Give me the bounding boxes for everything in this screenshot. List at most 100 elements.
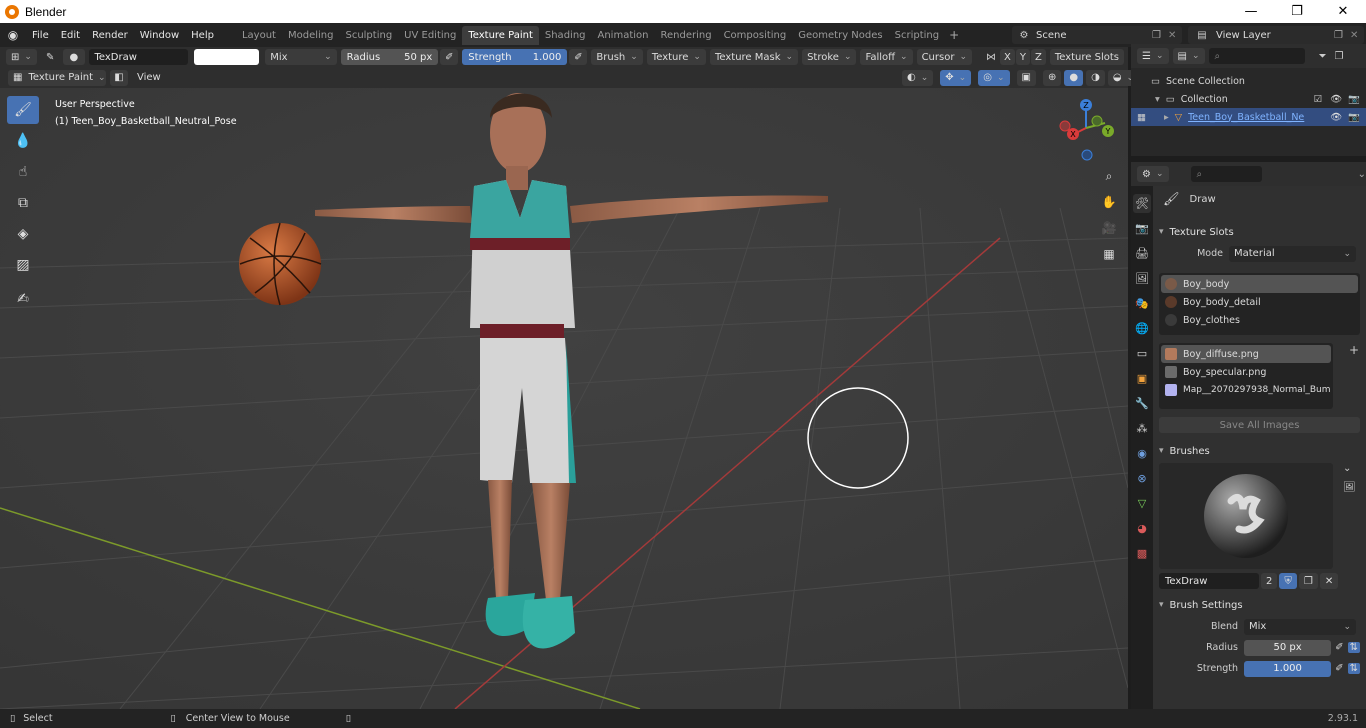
mask-toggle-icon[interactable]: ◧: [110, 69, 128, 86]
mirror-z-toggle[interactable]: Z: [1030, 49, 1046, 65]
material-slot-2[interactable]: Boy_clothes: [1161, 311, 1358, 329]
texture-tab-icon[interactable]: ▩: [1133, 544, 1151, 563]
texture-slots-button[interactable]: Texture Slots: [1049, 49, 1124, 65]
3d-viewport[interactable]: Z Y X 🖌 💧 ☝ ⧉ ◈ ▨ ✍ User Perspective (1)…: [0, 88, 1128, 709]
outliner-editor-icon[interactable]: ☰: [1137, 48, 1169, 64]
mirror-x-toggle[interactable]: X: [999, 49, 1015, 65]
image-slot-2[interactable]: Map__2070297938_Normal_Bump...: [1161, 381, 1331, 399]
properties-search-input[interactable]: ⌕: [1190, 166, 1262, 182]
object-render-icon[interactable]: 📷: [1348, 112, 1360, 123]
collection-expand-icon[interactable]: ▾: [1155, 94, 1160, 105]
collection-checkbox-icon[interactable]: ☑: [1314, 94, 1323, 105]
outliner-collection[interactable]: ▾ ▭ Collection ☑ 👁 📷: [1131, 90, 1366, 108]
texture-menu[interactable]: Texture: [646, 49, 706, 65]
outliner-scene-collection[interactable]: ▭ Scene Collection: [1131, 72, 1366, 90]
brush-preview-thumbnail[interactable]: [1159, 463, 1333, 569]
overlay-toggle-icon[interactable]: ◎: [978, 69, 1010, 86]
scene-name[interactable]: Scene: [1036, 30, 1152, 41]
menu-help[interactable]: Help: [185, 30, 220, 41]
xray-toggle-icon[interactable]: ▣: [1016, 69, 1036, 86]
radius-unit-toggle-icon[interactable]: ⇅: [1347, 642, 1360, 653]
wireframe-shading-icon[interactable]: ⊕: [1042, 69, 1062, 86]
tool-tab-icon[interactable]: 🛠: [1133, 194, 1151, 213]
tab-compositing[interactable]: Compositing: [718, 26, 793, 45]
outliner-filter-icon[interactable]: ⏷: [1319, 51, 1327, 62]
annotate-tool-icon[interactable]: ✍: [7, 285, 39, 313]
new-scene-icon[interactable]: ❐: [1152, 30, 1168, 41]
particles-tab-icon[interactable]: ⁂: [1133, 419, 1151, 438]
strength-unit-toggle-icon[interactable]: ⇅: [1347, 663, 1360, 674]
mirror-y-toggle[interactable]: Y: [1015, 49, 1030, 65]
world-tab-icon[interactable]: 🌐: [1133, 319, 1151, 338]
tab-rendering[interactable]: Rendering: [654, 26, 717, 45]
brush-image-icon[interactable]: 🖼: [1343, 482, 1356, 493]
remove-view-layer-icon[interactable]: ✕: [1350, 30, 1364, 41]
soften-tool-icon[interactable]: 💧: [7, 127, 39, 155]
strength-pressure-toggle-icon[interactable]: ✐: [1335, 663, 1343, 674]
color-swatch[interactable]: [194, 49, 260, 65]
fill-tool-icon[interactable]: ◈: [7, 220, 39, 248]
texture-slots-header[interactable]: Texture Slots: [1153, 222, 1366, 242]
zoom-icon[interactable]: ⌕: [1098, 166, 1120, 186]
object-expand-icon[interactable]: ▸: [1164, 112, 1169, 123]
brushes-header[interactable]: Brushes: [1153, 441, 1366, 461]
view-layer-tab-icon[interactable]: 🖼: [1133, 269, 1151, 288]
menu-render[interactable]: Render: [86, 30, 134, 41]
add-workspace-button[interactable]: +: [949, 28, 959, 42]
modifier-tab-icon[interactable]: 🔧: [1133, 394, 1151, 413]
tab-modeling[interactable]: Modeling: [282, 26, 340, 45]
camera-icon[interactable]: 🎥: [1098, 218, 1120, 238]
brush-settings-header[interactable]: Brush Settings: [1153, 595, 1366, 615]
properties-options-icon[interactable]: ⌄: [1358, 169, 1366, 180]
menu-file[interactable]: File: [26, 30, 55, 41]
tab-texture-paint[interactable]: Texture Paint: [462, 25, 539, 45]
maximize-button[interactable]: ❐: [1274, 0, 1320, 23]
constraints-tab-icon[interactable]: ⊗: [1133, 469, 1151, 488]
mode-dropdown[interactable]: ▦ Texture Paint: [8, 69, 106, 86]
image-slot-0[interactable]: Boy_diffuse.png: [1161, 345, 1331, 363]
output-tab-icon[interactable]: 🖨: [1133, 244, 1151, 263]
texture-mask-menu[interactable]: Texture Mask: [709, 49, 799, 65]
brush-name-field[interactable]: TexDraw: [88, 49, 189, 65]
pan-hand-icon[interactable]: ✋: [1098, 192, 1120, 212]
minimize-button[interactable]: —: [1228, 0, 1274, 23]
strength-pressure-icon[interactable]: ✐: [569, 49, 588, 65]
cursor-menu[interactable]: Cursor: [916, 49, 972, 65]
image-slot-1[interactable]: Boy_specular.png: [1161, 363, 1331, 381]
collection-tab-icon[interactable]: ▭: [1133, 344, 1151, 363]
outliner-object-row[interactable]: ▦ ▸ ▽ Teen_Boy_Basketball_Ne 👁 📷: [1131, 108, 1366, 126]
brush-radius-slider[interactable]: 50 px: [1244, 639, 1332, 656]
brush-list-dropdown-icon[interactable]: ⌄: [1343, 463, 1356, 474]
menu-edit[interactable]: Edit: [55, 30, 86, 41]
radius-slider[interactable]: Radius 50 px: [340, 49, 439, 65]
material-slot-0[interactable]: Boy_body: [1161, 275, 1358, 293]
outliner-display-mode-icon[interactable]: ▤: [1172, 48, 1205, 64]
brush-blend-dropdown[interactable]: Mix: [1244, 618, 1356, 635]
data-tab-icon[interactable]: ▽: [1133, 494, 1151, 513]
brush-users-count[interactable]: 2: [1261, 573, 1278, 589]
remove-scene-icon[interactable]: ✕: [1168, 30, 1182, 41]
tab-shading[interactable]: Shading: [539, 26, 592, 45]
gizmo-toggle-icon[interactable]: ✥: [940, 69, 972, 86]
view-layer-name[interactable]: View Layer: [1216, 30, 1334, 41]
object-tab-icon[interactable]: ▣: [1133, 369, 1151, 388]
blend-mode-dropdown[interactable]: Mix: [265, 49, 337, 65]
properties-editor-icon[interactable]: ⚙: [1137, 166, 1169, 182]
duplicate-brush-icon[interactable]: ❐: [1298, 573, 1318, 589]
perspective-grid-icon[interactable]: ▦: [1098, 244, 1120, 264]
physics-tab-icon[interactable]: ◉: [1133, 444, 1151, 463]
tab-scripting[interactable]: Scripting: [889, 26, 945, 45]
outliner-search-input[interactable]: ⌕: [1208, 48, 1305, 64]
stroke-menu[interactable]: Stroke: [802, 49, 857, 65]
brush-icon[interactable]: ✎: [41, 49, 59, 65]
render-tab-icon[interactable]: 📷: [1133, 219, 1151, 238]
save-all-images-button[interactable]: Save All Images: [1159, 417, 1360, 433]
blender-menu-icon[interactable]: ◉: [0, 28, 26, 42]
add-texture-slot-icon[interactable]: +: [1349, 343, 1359, 409]
tab-animation[interactable]: Animation: [592, 26, 655, 45]
solid-shading-icon[interactable]: ●: [1064, 69, 1084, 86]
menu-window[interactable]: Window: [134, 30, 185, 41]
brush-datablock-name[interactable]: TexDraw: [1159, 573, 1259, 589]
tab-sculpting[interactable]: Sculpting: [339, 26, 398, 45]
falloff-menu[interactable]: Falloff: [860, 49, 913, 65]
